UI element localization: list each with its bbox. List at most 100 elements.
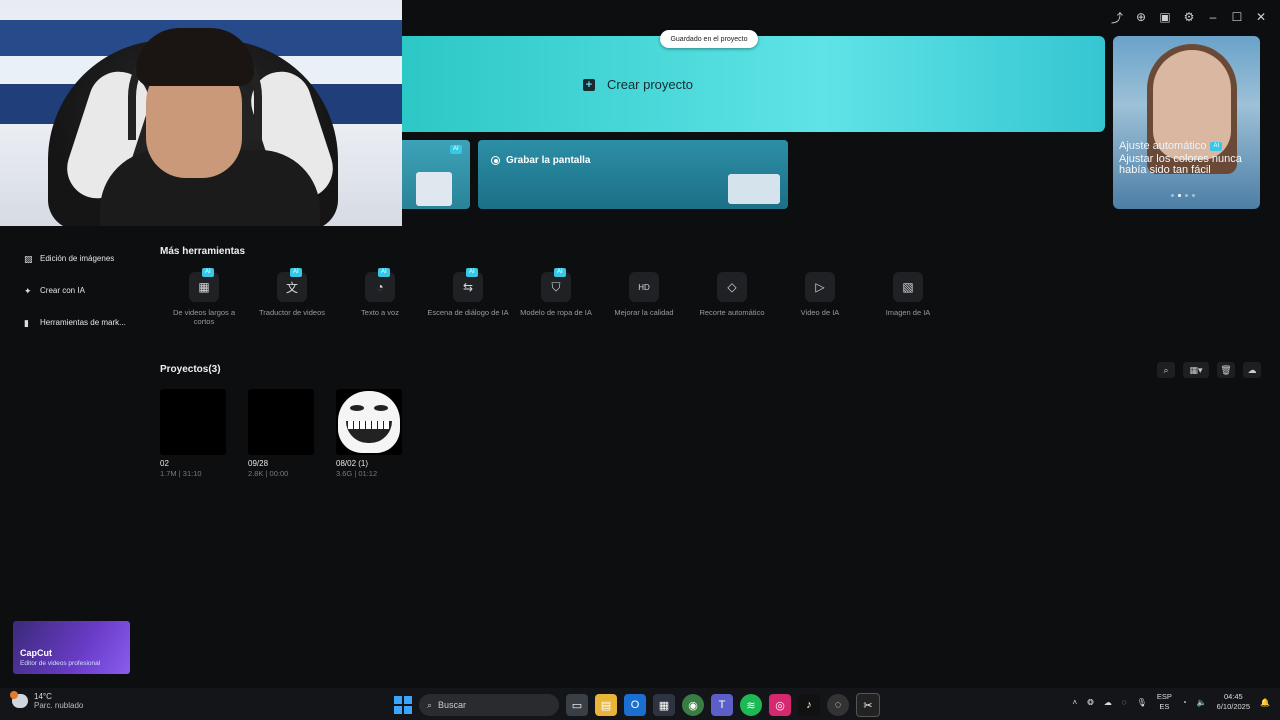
- tool-auto-cutout[interactable]: ◇ Recorte automático: [688, 272, 776, 326]
- teams-icon[interactable]: T: [711, 694, 733, 716]
- tool-text-to-speech[interactable]: ◔ AI Texto a voz: [336, 268, 424, 326]
- capcut-promo[interactable]: CapCut Editor de videos profesional: [13, 621, 130, 674]
- sidebar-item-marketing[interactable]: ▮ Herramientas de mark...: [24, 318, 126, 327]
- tool-label: Escena de diálogo de IA: [427, 308, 509, 317]
- create-project-button[interactable]: + Crear proyecto: [583, 77, 693, 92]
- system-tray: ˄ ❂ ☁ ◌ 🎙 ESP ES ◔ 🔈 04:45 6/10/2025 🔔: [1073, 692, 1270, 712]
- trollface-image: [338, 391, 400, 453]
- trash-icon[interactable]: 🗑: [1217, 362, 1235, 378]
- upload-icon[interactable]: ⊕: [1132, 8, 1150, 26]
- onedrive-icon[interactable]: ☁: [1104, 698, 1112, 707]
- weather-widget[interactable]: 14°C Parc. nublado: [10, 691, 84, 710]
- spotify-icon[interactable]: ≋: [740, 694, 762, 716]
- carousel-dots[interactable]: [1171, 194, 1195, 197]
- saved-toast: Guardado en el proyecto: [660, 30, 758, 48]
- volume-icon[interactable]: 🔈: [1197, 698, 1207, 707]
- microphone-icon[interactable]: 🎙: [1137, 698, 1147, 707]
- weather-desc: Parc. nublado: [34, 701, 84, 710]
- store-icon[interactable]: ▦: [653, 694, 675, 716]
- windows-start-icon[interactable]: [394, 696, 412, 714]
- settings-icon[interactable]: ⚙: [1180, 8, 1198, 26]
- tool-ai-image[interactable]: ▧ Imagen de IA: [864, 272, 952, 326]
- ai-badge: AI: [290, 268, 302, 277]
- project-card[interactable]: 02 1.7M | 31:10: [160, 389, 226, 478]
- wifi-icon[interactable]: ◔: [1182, 698, 1187, 707]
- language-indicator[interactable]: ESP ES: [1157, 692, 1172, 712]
- minimize-button[interactable]: –: [1204, 8, 1222, 26]
- chevron-up-icon[interactable]: ˄: [1073, 698, 1078, 707]
- share-icon[interactable]: ⤴: [1108, 8, 1126, 26]
- tool-long-to-short[interactable]: ▦ AI De videos largos a cortos: [160, 268, 248, 326]
- project-thumbnail: [248, 389, 314, 455]
- view-toggle-icon[interactable]: ▦▾: [1183, 362, 1209, 378]
- tool-improve-quality[interactable]: HD Mejorar la calidad: [600, 272, 688, 326]
- project-thumbnail: [160, 389, 226, 455]
- sidebar-item-label: Edición de imágenes: [40, 254, 115, 263]
- cloud-icon: [10, 691, 28, 708]
- taskbar: 14°C Parc. nublado ⌕ Buscar ▭ ▤ O ▦ ◉ T …: [0, 688, 1280, 720]
- plus-icon: +: [583, 78, 595, 91]
- image-ai-icon: ▧: [893, 272, 923, 302]
- task-view-icon[interactable]: ▭: [566, 694, 588, 716]
- clock[interactable]: 04:45 6/10/2025: [1217, 692, 1250, 712]
- ai-feature-card[interactable]: AI: [402, 140, 470, 209]
- eraser-icon: ◇: [717, 272, 747, 302]
- project-card[interactable]: 09/28 2.8K | 00:00: [248, 389, 314, 478]
- tool-label: De videos largos a cortos: [172, 308, 236, 326]
- record-screen-card[interactable]: Grabar la pantalla: [478, 140, 788, 209]
- close-button[interactable]: ✕: [1252, 8, 1270, 26]
- sidebar-item-image-editing[interactable]: ▨ Edición de imágenes: [24, 254, 114, 263]
- project-card[interactable]: 08/02 (1) 3.6G | 01:12: [336, 389, 402, 478]
- weather-temp: 14°C: [34, 692, 52, 701]
- clock-date: 6/10/2025: [1216, 702, 1251, 711]
- chrome-icon[interactable]: ◉: [682, 694, 704, 716]
- outlook-icon[interactable]: O: [624, 694, 646, 716]
- ai-badge: AI: [450, 145, 462, 154]
- notification-icon[interactable]: 🔔: [1260, 698, 1270, 707]
- capcut-icon[interactable]: ✂: [856, 693, 880, 717]
- feedback-icon[interactable]: ▣: [1156, 8, 1174, 26]
- record-screen-label: Grabar la pantalla: [506, 155, 591, 166]
- search-icon: ⌕: [427, 699, 433, 710]
- create-project-banner[interactable]: + Crear proyecto: [402, 36, 1105, 132]
- search-placeholder: Buscar: [438, 700, 467, 710]
- capcut-title: CapCut: [20, 648, 52, 658]
- auto-adjust-title: Ajuste automático: [1119, 140, 1207, 152]
- projects-toolbar: ⌕ ▦▾ 🗑 ☁: [1157, 362, 1261, 378]
- tool-ai-clothing-model[interactable]: ⛉ AI Modelo de ropa de IA: [512, 268, 600, 326]
- more-tools-title: Más herramientas: [160, 246, 246, 257]
- tool-label: Imagen de IA: [885, 308, 931, 317]
- ai-badge: AI: [554, 268, 566, 277]
- image-icon: ▨: [24, 253, 33, 264]
- tool-video-translator[interactable]: 文 AI Traductor de videos: [248, 268, 336, 326]
- cloud-off-icon[interactable]: ☁: [1243, 362, 1261, 378]
- tools-row: ▦ AI De videos largos a cortos 文 AI Trad…: [160, 268, 952, 326]
- auto-adjust-card[interactable]: Ajuste automático AI Ajustar los colores…: [1113, 36, 1260, 209]
- project-name: 02: [160, 459, 169, 468]
- instagram-icon[interactable]: ◎: [769, 694, 791, 716]
- app-icon[interactable]: ◌: [827, 694, 849, 716]
- project-thumbnail: [336, 389, 402, 455]
- tray-circle-icon[interactable]: ◌: [1122, 698, 1127, 707]
- projects-title: Proyectos(3): [160, 364, 221, 375]
- maximize-button[interactable]: ☐: [1228, 8, 1246, 26]
- sparkle-icon: ✦: [24, 285, 32, 296]
- sidebar-item-label: Herramientas de mark...: [40, 318, 126, 327]
- tiktok-icon[interactable]: ♪: [798, 694, 820, 716]
- tool-label: Texto a voz: [361, 308, 399, 317]
- project-name: 09/28: [248, 459, 269, 468]
- ai-badge: AI: [202, 268, 214, 277]
- taskbar-search[interactable]: ⌕ Buscar: [419, 694, 559, 716]
- file-explorer-icon[interactable]: ▤: [595, 694, 617, 716]
- taskbar-apps: ⌕ Buscar ▭ ▤ O ▦ ◉ T ≋ ◎ ♪ ◌ ✂: [394, 693, 880, 717]
- sidebar-item-create-ai[interactable]: ✦ Crear con IA: [24, 286, 85, 295]
- auto-adjust-subtitle: Ajustar los colores nunca había sido tan…: [1119, 153, 1242, 176]
- video-ai-icon: ▷: [805, 272, 835, 302]
- ai-badge: AI: [378, 268, 390, 277]
- project-meta: 3.6G | 01:12: [336, 469, 378, 478]
- tray-app-icon[interactable]: ❂: [1087, 698, 1094, 707]
- tool-ai-video[interactable]: ▷ Video de IA: [776, 272, 864, 326]
- search-icon[interactable]: ⌕: [1157, 362, 1175, 378]
- tool-ai-dialog-scene[interactable]: ⇆ AI Escena de diálogo de IA: [424, 268, 512, 326]
- window-controls: ⤴ ⊕ ▣ ⚙ – ☐ ✕: [1108, 8, 1270, 26]
